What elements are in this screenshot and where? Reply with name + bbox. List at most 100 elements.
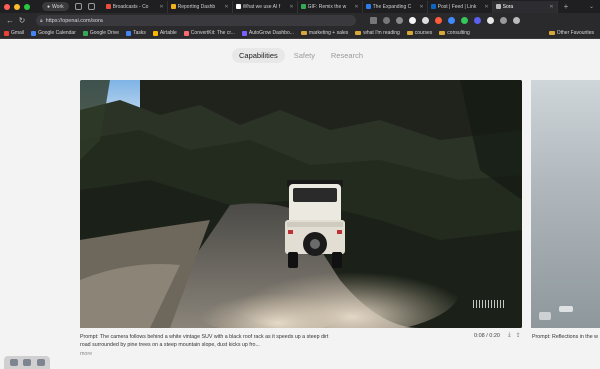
video-actions: ⤓ ⇪ xyxy=(508,332,521,339)
profile-icon: ● xyxy=(47,3,51,10)
video-badge xyxy=(559,306,573,312)
browser-tab[interactable]: Broadcasts - Co ✕ xyxy=(103,0,168,13)
folder-icon xyxy=(406,31,413,35)
close-tab-icon[interactable]: ✕ xyxy=(224,4,228,10)
other-favourites[interactable]: Other Favourites xyxy=(548,30,594,36)
tab-capabilities[interactable]: Capabilities xyxy=(232,47,285,63)
close-tab-icon[interactable]: ✕ xyxy=(159,4,163,10)
tab-list-chevron-icon[interactable]: ⌄ xyxy=(589,3,594,10)
bookmark-item[interactable]: AutoGrow Dashbo... xyxy=(241,30,294,36)
play-icon[interactable] xyxy=(539,312,551,320)
bookmark-favicon-icon xyxy=(152,30,158,36)
bookmark-item[interactable]: marketing + sales xyxy=(300,30,348,36)
browser-tab[interactable]: What we use AI f ✕ xyxy=(233,0,298,13)
video-scrubber[interactable] xyxy=(473,300,504,308)
extension-icon-3[interactable] xyxy=(435,17,442,24)
bookmark-item[interactable]: courses xyxy=(406,30,432,36)
more-link[interactable]: more xyxy=(80,350,330,358)
bookmark-item[interactable]: Google Calendar xyxy=(31,30,76,36)
reader-icon[interactable] xyxy=(370,17,377,24)
dock-app-icon-1[interactable] xyxy=(9,359,18,366)
extension-icon-5[interactable] xyxy=(461,17,468,24)
lock-icon: 🔒︎ xyxy=(40,17,43,24)
close-window-button[interactable] xyxy=(4,3,10,10)
extension-icon-4[interactable] xyxy=(448,17,455,24)
bookmark-item[interactable]: what I'm reading xyxy=(355,30,400,36)
suv-shape xyxy=(285,180,345,268)
bookmark-label: Google Calendar xyxy=(38,30,76,36)
folder-icon xyxy=(300,31,307,35)
bookmark-item[interactable]: Tasks xyxy=(126,30,146,36)
bookmark-item[interactable]: Google Drive xyxy=(82,30,119,36)
favorite-star-icon[interactable] xyxy=(396,17,403,24)
maximize-window-button[interactable] xyxy=(24,3,30,10)
bookmark-item[interactable]: ConvertKit: The cr... xyxy=(183,30,235,36)
tab-favicon-icon xyxy=(170,4,176,9)
close-tab-icon[interactable]: ✕ xyxy=(484,4,488,10)
bookmark-label: Airtable xyxy=(159,30,177,36)
close-tab-icon[interactable]: ✕ xyxy=(549,4,553,10)
tab-strip: Broadcasts - Co ✕ Reporting Dashb ✕ What we … xyxy=(103,0,558,13)
bookmark-favicon-icon xyxy=(31,30,37,36)
tab-title: GIF: Remix the w xyxy=(307,3,347,10)
tab-favicon-icon xyxy=(495,4,501,9)
collections-icon[interactable] xyxy=(87,3,95,10)
bookmark-item[interactable]: Airtable xyxy=(152,30,177,36)
bookmark-label: Tasks xyxy=(133,30,146,36)
close-tab-icon[interactable]: ✕ xyxy=(354,4,358,10)
tab-research[interactable]: Research xyxy=(324,48,370,63)
browser-tab[interactable]: The Expanding C ✕ xyxy=(363,0,428,13)
tab-title: What we use AI f xyxy=(242,3,281,10)
url-text: https://openai.com/sora xyxy=(45,17,103,24)
folder-icon xyxy=(548,31,555,35)
dock-app-icon-3[interactable] xyxy=(36,359,45,366)
window-controls xyxy=(4,3,30,10)
address-bar[interactable]: 🔒︎ https://openai.com/sora xyxy=(36,15,356,26)
close-tab-icon[interactable]: ✕ xyxy=(419,4,423,10)
bookmark-label: consulting xyxy=(447,30,470,36)
folder-icon xyxy=(439,31,446,35)
new-tab-button[interactable]: + xyxy=(564,2,569,11)
bookmark-label: AutoGrow Dashbo... xyxy=(248,30,294,36)
bookmark-favicon-icon xyxy=(4,30,9,36)
profile-switcher[interactable]: ● Work xyxy=(42,2,69,11)
tab-title: Reporting Dashb xyxy=(177,3,216,10)
browser-tab-bar: ● Work Broadcasts - Co ✕ Reporting Dashb ✕ W… xyxy=(0,0,600,13)
tab-actions-icon[interactable] xyxy=(74,3,82,10)
browser-tab[interactable]: Post | Feed | Link ✕ xyxy=(428,0,493,13)
bookmark-favicon-icon xyxy=(183,30,189,36)
close-tab-icon[interactable]: ✕ xyxy=(289,4,293,10)
tab-title: The Expanding C xyxy=(372,3,412,10)
bookmark-label: what I'm reading xyxy=(363,30,400,36)
zoom-icon[interactable] xyxy=(383,17,390,24)
tab-safety[interactable]: Safety xyxy=(287,48,322,63)
page-section-tabs: Capabilities Safety Research xyxy=(232,47,370,63)
next-video-preview[interactable] xyxy=(531,80,600,328)
reload-button[interactable]: ↻ xyxy=(16,16,28,25)
minimize-window-button[interactable] xyxy=(14,3,20,10)
tab-favicon-icon xyxy=(300,4,306,9)
extension-icon-7[interactable] xyxy=(487,17,494,24)
tab-favicon-icon xyxy=(430,4,436,9)
browser-tab[interactable]: GIF: Remix the w ✕ xyxy=(298,0,363,13)
extension-icon-1[interactable] xyxy=(409,17,416,24)
extensions-bar xyxy=(370,17,520,24)
dock-app-icon-2[interactable] xyxy=(23,359,31,366)
bookmark-favicon-icon xyxy=(241,30,247,36)
browser-tab[interactable]: Sora ✕ xyxy=(492,0,558,13)
tab-title: Broadcasts - Co xyxy=(112,3,149,10)
extension-icon-2[interactable] xyxy=(422,17,429,24)
share-icon[interactable]: ⇪ xyxy=(516,332,521,339)
profile-label: Work xyxy=(52,3,64,10)
browser-menu-icon[interactable] xyxy=(513,17,520,24)
bookmark-item[interactable]: consulting xyxy=(439,30,470,36)
browser-tab[interactable]: Reporting Dashb ✕ xyxy=(168,0,233,13)
extension-icon-6[interactable] xyxy=(474,17,481,24)
featured-video[interactable] xyxy=(80,80,522,328)
taskbar-dock xyxy=(4,356,50,369)
extensions-menu-icon[interactable] xyxy=(500,17,507,24)
back-button[interactable]: ← xyxy=(4,16,16,25)
bookmark-label: ConvertKit: The cr... xyxy=(190,30,235,36)
bookmark-item[interactable]: Gmail xyxy=(4,30,24,36)
download-icon[interactable]: ⤓ xyxy=(508,332,511,339)
